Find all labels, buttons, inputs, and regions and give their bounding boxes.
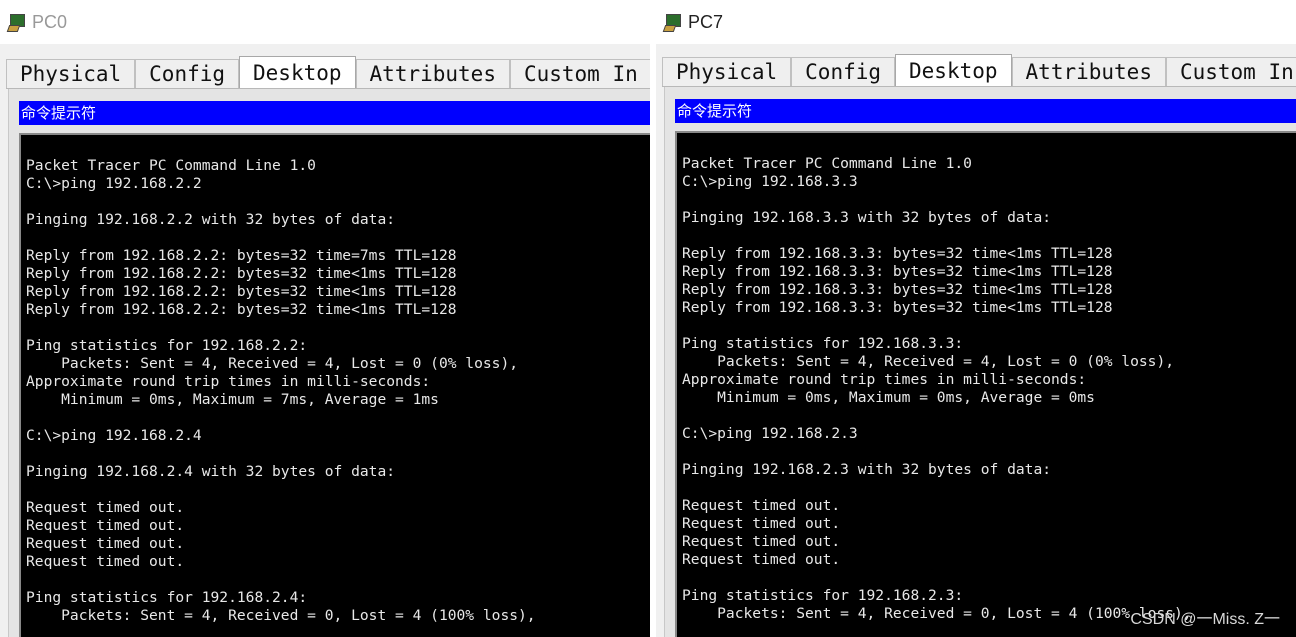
window-title: PC7 xyxy=(688,11,724,32)
tab-desktop[interactable]: Desktop xyxy=(239,56,356,88)
tab-desktop[interactable]: Desktop xyxy=(895,54,1012,86)
window-titlebar: PC0 xyxy=(0,0,650,44)
command-prompt-title: 命令提示符 xyxy=(19,101,650,125)
command-prompt-title: 命令提示符 xyxy=(675,99,1296,123)
command-terminal[interactable]: Packet Tracer PC Command Line 1.0 C:\>pi… xyxy=(675,131,1296,637)
tab-attributes[interactable]: Attributes xyxy=(1011,57,1166,86)
tab-custom-interface[interactable]: Custom In xyxy=(509,59,650,88)
tab-physical[interactable]: Physical xyxy=(6,59,136,88)
pc7-window: PC7 Physical Config Desktop Attributes C… xyxy=(656,0,1296,637)
window-titlebar: PC7 xyxy=(656,0,1296,44)
tab-attributes[interactable]: Attributes xyxy=(355,59,510,88)
tab-custom-interface[interactable]: Custom In xyxy=(1165,57,1296,86)
window-title: PC0 xyxy=(32,11,68,32)
terminal-output: Packet Tracer PC Command Line 1.0 C:\>pi… xyxy=(682,155,1192,622)
tab-bar: Physical Config Desktop Attributes Custo… xyxy=(662,54,1296,87)
terminal-output: Packet Tracer PC Command Line 1.0 C:\>pi… xyxy=(26,157,536,624)
pc0-window: PC0 Physical Config Desktop Attributes C… xyxy=(0,0,650,637)
tab-config[interactable]: Config xyxy=(135,59,240,88)
command-terminal[interactable]: Packet Tracer PC Command Line 1.0 C:\>pi… xyxy=(19,133,650,637)
tab-bar: Physical Config Desktop Attributes Custo… xyxy=(6,56,650,89)
pc-icon xyxy=(6,13,26,32)
watermark: CSDN @一Miss. Z一 xyxy=(1130,611,1280,628)
tab-config[interactable]: Config xyxy=(791,57,896,86)
pc-icon xyxy=(662,13,682,32)
desktop-content: 命令提示符 Packet Tracer PC Command Line 1.0 … xyxy=(8,89,650,637)
desktop-content: 命令提示符 Packet Tracer PC Command Line 1.0 … xyxy=(664,87,1296,637)
tab-physical[interactable]: Physical xyxy=(662,57,792,86)
